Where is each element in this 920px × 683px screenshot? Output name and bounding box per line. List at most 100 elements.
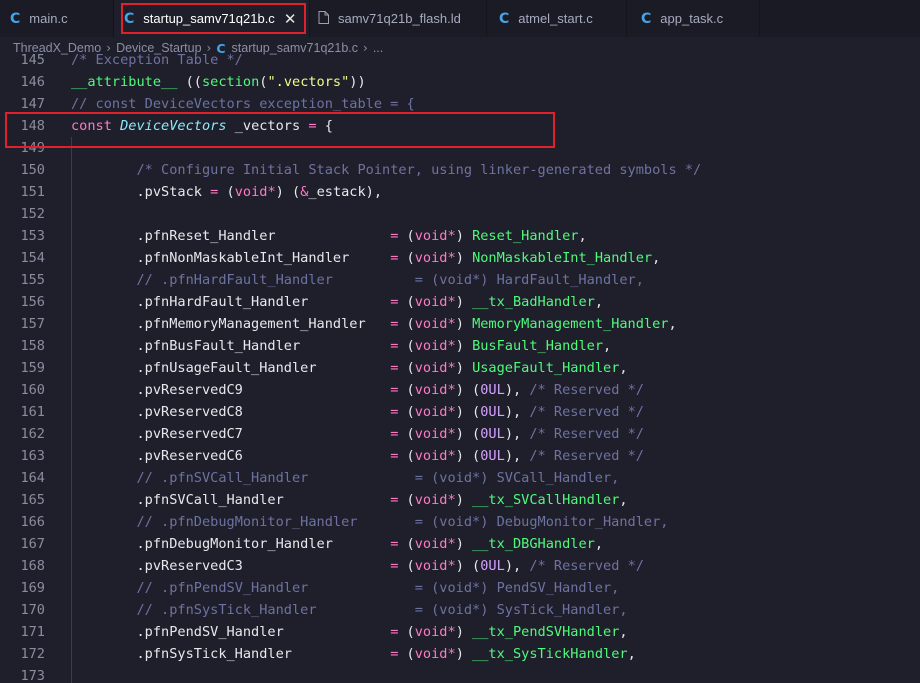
- code-token: __tx_PendSVHandler: [472, 624, 620, 640]
- code-token: ),: [504, 404, 530, 420]
- code-token: void: [414, 624, 448, 640]
- code-line[interactable]: 160 .pvReservedC9 = (void*) (0UL), /* Re…: [0, 379, 920, 401]
- code-token: ): [455, 624, 473, 640]
- code-token: /* Reserved */: [529, 404, 644, 420]
- code-line[interactable]: 164 // .pfnSVCall_Handler = (void*) SVCa…: [0, 467, 920, 489]
- code-text: .pfnHardFault_Handler = (void*) __tx_Bad…: [71, 291, 603, 313]
- code-token: section: [201, 74, 260, 90]
- code-token: ): [455, 360, 473, 376]
- code-line[interactable]: 170 // .pfnSysTick_Handler = (void*) Sys…: [0, 599, 920, 621]
- code-line[interactable]: 151 .pvStack = (void*) (&_estack),: [0, 181, 920, 203]
- line-number: 172: [20, 646, 45, 662]
- code-token: void: [414, 536, 448, 552]
- code-line[interactable]: 157 .pfnMemoryManagement_Handler = (void…: [0, 313, 920, 335]
- line-number: 146: [20, 74, 45, 90]
- code-token: /* Reserved */: [529, 448, 644, 464]
- code-token: void: [234, 184, 268, 200]
- code-token: .pfnUsageFault_Handler: [71, 360, 391, 376]
- code-line[interactable]: 153 .pfnReset_Handler = (void*) Reset_Ha…: [0, 225, 920, 247]
- code-line[interactable]: 146 __attribute__ ((section(".vectors")): [0, 71, 920, 93]
- code-line[interactable]: 163 .pvReservedC6 = (void*) (0UL), /* Re…: [0, 445, 920, 467]
- code-token: .pfnReset_Handler: [71, 228, 391, 244]
- line-number: 145: [20, 52, 45, 68]
- code-line[interactable]: 145 /* Exception Table */: [0, 50, 920, 71]
- code-token: .pvReservedC7: [71, 426, 391, 442]
- code-text: .pfnReset_Handler = (void*) Reset_Handle…: [71, 225, 587, 247]
- code-token: .pfnSVCall_Handler: [71, 492, 391, 508]
- code-line[interactable]: 162 .pvReservedC7 = (void*) (0UL), /* Re…: [0, 423, 920, 445]
- code-line[interactable]: 147 // const DeviceVectors exception_tabl…: [0, 93, 920, 115]
- tab-atmel-start-c[interactable]: C atmel_start.c: [487, 0, 627, 37]
- code-token: // .pfnDebugMonitor_Handler = (void*) De…: [136, 514, 669, 530]
- line-number: 158: [20, 338, 45, 354]
- line-number: 165: [20, 492, 45, 508]
- code-token: __tx_SysTickHandler: [472, 646, 628, 662]
- code-line[interactable]: 167 .pfnDebugMonitor_Handler = (void*) _…: [0, 533, 920, 555]
- code-line[interactable]: 165 .pfnSVCall_Handler = (void*) __tx_SV…: [0, 489, 920, 511]
- tab-label: app_task.c: [660, 11, 724, 26]
- code-token: ): [455, 338, 473, 354]
- code-line[interactable]: 171 .pfnPendSV_Handler = (void*) __tx_Pe…: [0, 621, 920, 643]
- tab-startup-samv71q21b-c[interactable]: C startup_samv71q21b.c ✕: [114, 0, 310, 37]
- code-token: .pfnHardFault_Handler: [71, 294, 391, 310]
- code-token: .pfnDebugMonitor_Handler: [71, 536, 391, 552]
- code-line[interactable]: 154 .pfnNonMaskableInt_Handler = (void*)…: [0, 247, 920, 269]
- code-token: *: [447, 646, 456, 662]
- code-token: BusFault_Handler: [472, 338, 604, 354]
- code-token: .pvReservedC8: [71, 404, 391, 420]
- line-number: 151: [20, 184, 45, 200]
- code-line[interactable]: 158 .pfnBusFault_Handler = (void*) BusFa…: [0, 335, 920, 357]
- code-token: *: [447, 382, 456, 398]
- code-token: ,: [619, 360, 628, 376]
- code-token: void: [414, 316, 448, 332]
- code-editor[interactable]: 145 /* Exception Table */ 146 __attribute__…: [0, 50, 920, 683]
- code-token: *: [267, 184, 276, 200]
- code-token: ): [455, 536, 473, 552]
- code-line[interactable]: 161 .pvReservedC8 = (void*) (0UL), /* Re…: [0, 401, 920, 423]
- code-line[interactable]: 148 const DeviceVectors _vectors = {: [0, 115, 920, 137]
- tab-samv71q21b-flash-ld[interactable]: samv71q21b_flash.ld: [310, 0, 487, 37]
- tab-label: atmel_start.c: [518, 11, 593, 26]
- code-line[interactable]: 152: [0, 203, 920, 225]
- code-token: ".vectors": [267, 74, 350, 90]
- code-line[interactable]: 159 .pfnUsageFault_Handler = (void*) Usa…: [0, 357, 920, 379]
- code-line[interactable]: 173: [0, 665, 920, 683]
- tab-app-task-c[interactable]: C app_task.c: [627, 0, 760, 37]
- line-number: 157: [20, 316, 45, 332]
- c-file-icon: C: [10, 10, 21, 27]
- code-line[interactable]: 166 // .pfnDebugMonitor_Handler = (void*…: [0, 511, 920, 533]
- code-line[interactable]: 150 /* Configure Initial Stack Pointer, …: [0, 159, 920, 181]
- code-text: .pfnUsageFault_Handler = (void*) UsageFa…: [71, 357, 628, 379]
- code-token: void: [414, 448, 448, 464]
- tab-main-c[interactable]: C main.c: [0, 0, 114, 37]
- code-token: ,: [578, 228, 587, 244]
- code-token: (: [398, 426, 415, 442]
- code-token: .pvReservedC3: [71, 558, 391, 574]
- code-token: void: [414, 404, 448, 420]
- code-line[interactable]: 168 .pvReservedC3 = (void*) (0UL), /* Re…: [0, 555, 920, 577]
- code-token: (: [398, 338, 415, 354]
- close-icon[interactable]: ✕: [284, 10, 297, 28]
- code-line[interactable]: 169 // .pfnPendSV_Handler = (void*) Pend…: [0, 577, 920, 599]
- code-token: __tx_SVCallHandler: [472, 492, 620, 508]
- line-number: 173: [20, 668, 45, 683]
- indent-guide: [71, 137, 72, 683]
- code-token: ) (: [455, 426, 481, 442]
- code-line[interactable]: 156 .pfnHardFault_Handler = (void*) __tx…: [0, 291, 920, 313]
- code-token: __tx_DBGHandler: [472, 536, 595, 552]
- code-text: const DeviceVectors _vectors = {: [71, 115, 333, 137]
- code-line[interactable]: 149: [0, 137, 920, 159]
- code-line[interactable]: 172 .pfnSysTick_Handler = (void*) __tx_S…: [0, 643, 920, 665]
- code-token: (: [398, 646, 415, 662]
- code-token: .pfnPendSV_Handler: [71, 624, 391, 640]
- code-token: DeviceVectors: [120, 118, 227, 134]
- code-line[interactable]: 155 // .pfnHardFault_Handler = (void*) H…: [0, 269, 920, 291]
- code-token: /* Reserved */: [529, 558, 644, 574]
- code-token: (: [398, 558, 415, 574]
- code-token: *: [447, 360, 456, 376]
- code-token: *: [447, 250, 456, 266]
